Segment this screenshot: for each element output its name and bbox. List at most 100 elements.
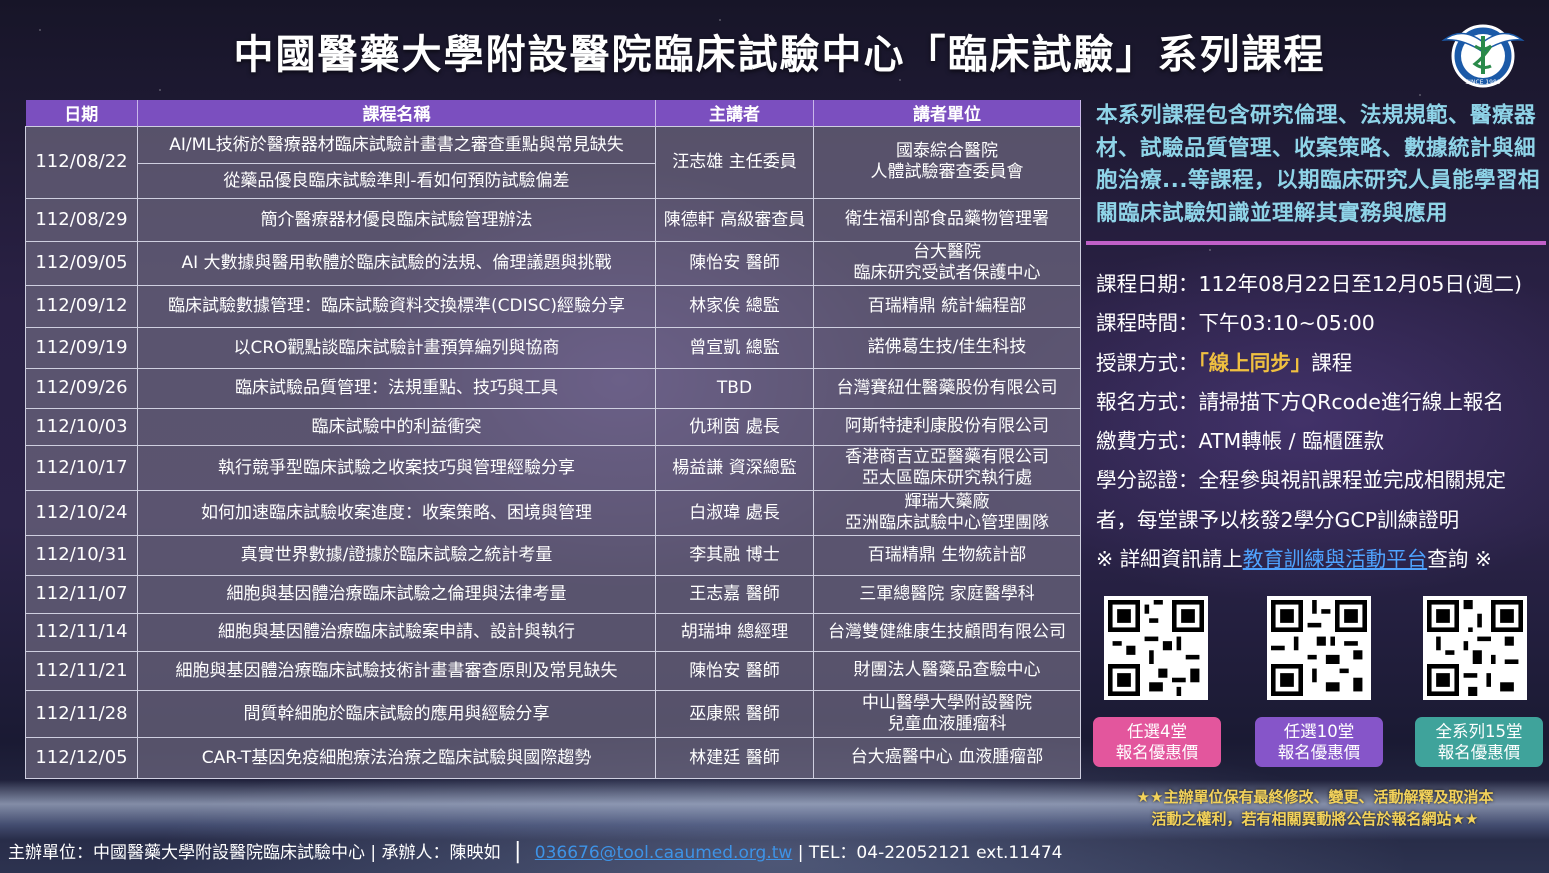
row-unit: 輝瑞大藥廠 亞洲臨床試驗中心管理團隊 — [813, 489, 1081, 536]
qrcode-icon — [1108, 600, 1204, 696]
table-row: 112/09/05 AI 大數據與醫用軟體於臨床試驗的法規、倫理議題與挑戰 陳怡… — [25, 240, 1081, 286]
table-row: 112/10/24 如何加速臨床試驗收案進度：收案策略、困境與管理 白淑瑋 處長… — [25, 489, 1081, 536]
qrcode-4-courses[interactable] — [1104, 596, 1208, 700]
row-unit: 財團法人醫藥品查驗中心 — [813, 650, 1081, 691]
unit-line: 兒童血液腫瘤科 — [887, 713, 1007, 734]
divider — [1086, 241, 1546, 245]
row-unit: 阿斯特捷利康股份有限公司 — [813, 407, 1081, 446]
row-course: 細胞與基因體治療臨床試驗案申請、設計與執行 — [137, 612, 656, 652]
table-row: 112/10/17 執行競爭型臨床試驗之收案技巧與管理經驗分享 楊益謙 資深總監… — [25, 444, 1081, 491]
row-speaker: 巫康熙 醫師 — [655, 689, 814, 738]
row-date: 112/10/03 — [25, 407, 138, 446]
unit-line: 國泰綜合醫院 — [896, 141, 998, 161]
row-unit: 台大癌醫中心 血液腫瘤部 — [813, 736, 1081, 779]
table-row: 112/12/05 CAR-T基因免疫細胞療法治療之臨床試驗與國際趨勢 林建廷 … — [25, 736, 1081, 779]
footer-tel: | TEL：04-22052121 ext.11474 — [797, 843, 1063, 863]
row-unit: 台灣賽紐仕醫藥股份有限公司 — [813, 367, 1081, 409]
row-unit: 三軍總醫院 家庭醫學科 — [813, 574, 1081, 614]
row-unit: 台灣雙健維康生技顧問有限公司 — [813, 612, 1081, 652]
row-unit: 台大醫院 臨床研究受試者保護中心 — [813, 240, 1081, 286]
badge-subtitle: 報名優惠價 — [1115, 743, 1199, 762]
header-date: 日期 — [25, 100, 138, 126]
row-course: 執行競爭型臨床試驗之收案技巧與管理經驗分享 — [137, 444, 656, 491]
badge-title: 任選4堂 — [1127, 722, 1187, 741]
detail-suffix: 查詢 ※ — [1427, 547, 1492, 572]
header-speaker: 主講者 — [655, 100, 814, 126]
row-date: 112/11/14 — [25, 612, 138, 652]
row-course: 臨床試驗品質管理：法規重點、技巧與工具 — [137, 367, 656, 409]
row-unit: 國泰綜合醫院 人體試驗審查委員會 — [813, 125, 1081, 199]
row-course: 細胞與基因體治療臨床試驗技術計畫書審查原則及常見缺失 — [137, 650, 656, 691]
table-row: 112/11/28 間質幹細胞於臨床試驗的應用與經驗分享 巫康熙 醫師 中山醫學… — [25, 689, 1081, 738]
row-date: 112/08/22 — [25, 125, 138, 199]
platform-link[interactable]: 教育訓練與活動平台 — [1243, 547, 1428, 571]
row-date: 112/09/19 — [25, 326, 138, 369]
unit-line: 輝瑞大藥廠 — [904, 491, 990, 512]
row-speaker: 白淑瑋 處長 — [655, 489, 814, 536]
unit-line: 亞太區臨床研究執行處 — [862, 467, 1032, 488]
badge-title: 全系列15堂 — [1435, 722, 1523, 741]
row-course: 間質幹細胞於臨床試驗的應用與經驗分享 — [137, 689, 656, 738]
info-register: 報名方式：請掃描下方QRcode進行線上報名 — [1096, 389, 1504, 414]
row-date: 112/08/29 — [25, 197, 138, 242]
badge-15-courses[interactable]: 全系列15堂 報名優惠價 — [1415, 717, 1543, 767]
course-schedule-table: 日期 課程名稱 主講者 講者單位 112/08/22 AI/ML技術於醫療器材臨… — [25, 100, 1081, 779]
row-date: 112/11/07 — [25, 574, 138, 614]
footer-email-link[interactable]: 036676@tool.caaumed.org.tw — [535, 843, 793, 863]
row-speaker: 胡瑞坤 總經理 — [655, 612, 814, 652]
row-unit: 百瑞精鼎 生物統計部 — [813, 534, 1081, 576]
row-unit: 中山醫學大學附設醫院 兒童血液腫瘤科 — [813, 689, 1081, 738]
row-speaker: 王志嘉 醫師 — [655, 574, 814, 614]
row-speaker: TBD — [655, 367, 814, 409]
row-speaker: 曾宣凱 總監 — [655, 326, 814, 369]
notice-line: ★★主辦單位保有最終修改、變更、活動解釋及取消本 — [1136, 788, 1494, 806]
footer-organizer: 主辦單位：中國醫藥大學附設醫院臨床試驗中心 | 承辦人：陳映如 — [8, 843, 501, 863]
row-date: 112/11/28 — [25, 689, 138, 738]
university-logo-icon: SINCE 1980 — [1441, 24, 1525, 88]
qrcode-icon — [1427, 600, 1523, 696]
header-course: 課程名稱 — [137, 100, 656, 126]
header-unit: 講者單位 — [813, 100, 1081, 126]
footer: 主辦單位：中國醫藥大學附設醫院臨床試驗中心 | 承辦人：陳映如 | 036676… — [8, 838, 1063, 866]
row-date: 112/09/12 — [25, 284, 138, 328]
row-speaker: 陳怡安 醫師 — [655, 650, 814, 691]
logo-text: SINCE 1980 — [1465, 79, 1500, 86]
unit-line: 香港商吉立亞醫藥有限公司 — [845, 446, 1049, 467]
intro-text: 本系列課程包含研究倫理、法規規範、醫療器材、試驗品質管理、收案策略、數據統計與細… — [1096, 103, 1541, 226]
course-info: 課程日期：112年08月22日至12月05日(週二) 課程時間：下午03:10~… — [1096, 265, 1546, 579]
detail-prefix: ※ 詳細資訊請上 — [1096, 547, 1243, 572]
row-unit: 衛生福利部食品藥物管理署 — [813, 197, 1081, 242]
badge-subtitle: 報名優惠價 — [1277, 743, 1361, 762]
mode-highlight: 「線上同步」 — [1198, 350, 1312, 375]
row-unit: 香港商吉立亞醫藥有限公司 亞太區臨床研究執行處 — [813, 444, 1081, 491]
mode-suffix: 課程 — [1311, 350, 1353, 375]
unit-line: 台大醫院 — [913, 242, 981, 262]
qrcode-15-courses[interactable] — [1423, 596, 1527, 700]
row-course: AI/ML技術於醫療器材臨床試驗計畫書之審查重點與常見缺失 — [137, 125, 656, 164]
table-row: 112/08/22 AI/ML技術於醫療器材臨床試驗計畫書之審查重點與常見缺失 … — [25, 125, 1081, 199]
row-course: 真實世界數據/證據於臨床試驗之統計考量 — [137, 534, 656, 576]
info-detail: ※ 詳細資訊請上教育訓練與活動平台查詢 ※ — [1096, 540, 1546, 579]
row-course: 臨床試驗數據管理：臨床試驗資料交換標準(CDISC)經驗分享 — [137, 284, 656, 328]
row-speaker: 仇琍茵 處長 — [655, 407, 814, 446]
table-row: 112/10/03 臨床試驗中的利益衝突 仇琍茵 處長 阿斯特捷利康股份有限公司 — [25, 407, 1081, 446]
row-date: 112/10/24 — [25, 489, 138, 536]
qrcode-10-courses[interactable] — [1267, 596, 1371, 700]
row-course: 如何加速臨床試驗收案進度：收案策略、困境與管理 — [137, 489, 656, 536]
table-row: 112/11/14 細胞與基因體治療臨床試驗案申請、設計與執行 胡瑞坤 總經理 … — [25, 612, 1081, 652]
info-mode: 授課方式：「線上同步」課程 — [1096, 344, 1546, 383]
row-speaker: 陳怡安 醫師 — [655, 240, 814, 286]
badge-4-courses[interactable]: 任選4堂 報名優惠價 — [1093, 717, 1221, 767]
table-row: 112/11/07 細胞與基因體治療臨床試驗之倫理與法律考量 王志嘉 醫師 三軍… — [25, 574, 1081, 614]
info-date: 課程日期：112年08月22日至12月05日(週二) — [1096, 272, 1522, 296]
row-date: 112/10/17 — [25, 444, 138, 491]
row-date: 112/09/26 — [25, 367, 138, 409]
footer-separator: | — [513, 839, 522, 864]
row-date: 112/12/05 — [25, 736, 138, 779]
row-speaker: 林家俟 總監 — [655, 284, 814, 328]
badge-10-courses[interactable]: 任選10堂 報名優惠價 — [1255, 717, 1383, 767]
row-course: 簡介醫療器材優良臨床試驗管理辦法 — [137, 197, 656, 242]
row-date: 112/09/05 — [25, 240, 138, 286]
table-row: 112/09/26 臨床試驗品質管理：法規重點、技巧與工具 TBD 台灣賽紐仕醫… — [25, 367, 1081, 409]
table-row: 112/10/31 真實世界數據/證據於臨床試驗之統計考量 李其融 博士 百瑞精… — [25, 534, 1081, 576]
